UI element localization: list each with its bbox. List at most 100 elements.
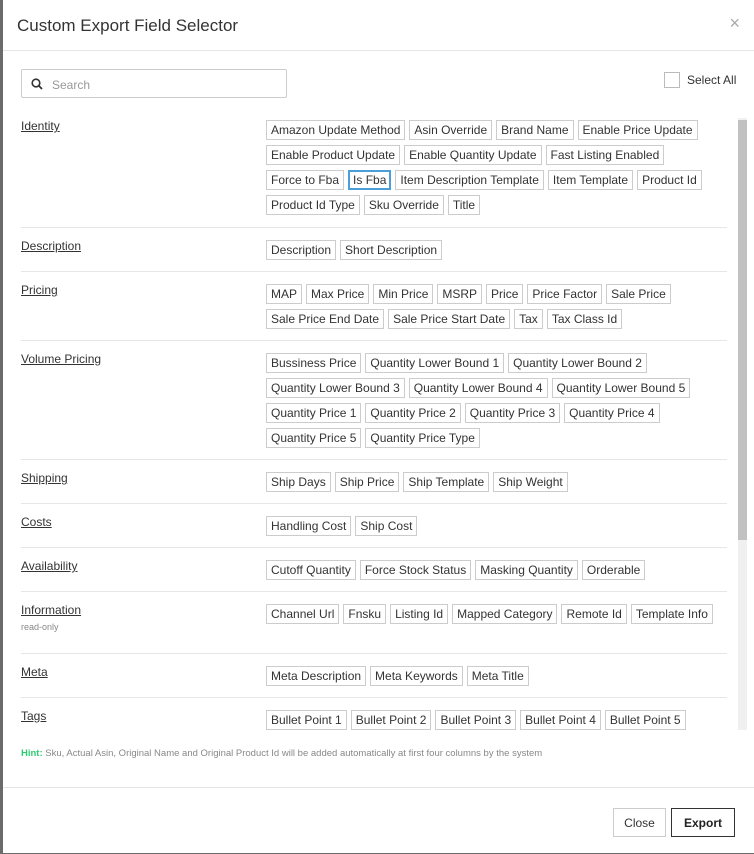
field-chip[interactable]: Short Description bbox=[340, 240, 443, 260]
field-chip[interactable]: Sale Price End Date bbox=[266, 309, 385, 329]
field-chip[interactable]: Is Fba bbox=[348, 170, 392, 190]
field-chip[interactable]: Bullet Point 1 bbox=[266, 710, 347, 730]
close-button[interactable]: Close bbox=[613, 808, 666, 837]
field-chip[interactable]: Quantity Price 2 bbox=[365, 403, 461, 423]
field-chip[interactable]: Tax bbox=[514, 309, 543, 329]
field-chip[interactable]: Quantity Price 4 bbox=[564, 403, 660, 423]
hint-message: Sku, Actual Asin, Original Name and Orig… bbox=[45, 748, 543, 759]
section-label[interactable]: Costs bbox=[21, 515, 52, 529]
field-chip[interactable]: Bullet Point 4 bbox=[520, 710, 601, 730]
field-chip[interactable]: Meta Description bbox=[266, 666, 367, 686]
close-icon[interactable]: × bbox=[729, 13, 740, 34]
field-chip[interactable]: Quantity Price Type bbox=[365, 428, 480, 448]
section-label[interactable]: Availability bbox=[21, 559, 77, 573]
field-chip[interactable]: Force Stock Status bbox=[359, 560, 472, 580]
field-chip[interactable]: Quantity Price 3 bbox=[464, 403, 561, 423]
field-chip[interactable]: Quantity Lower Bound 1 bbox=[365, 353, 505, 373]
field-chip-group: Cutoff Quantity Force Stock Status Masking… bbox=[266, 560, 736, 580]
field-chip[interactable]: Brand Name bbox=[496, 120, 574, 140]
field-chip[interactable]: Bullet Point 5 bbox=[604, 710, 686, 730]
field-chip[interactable]: Ship Price bbox=[334, 472, 400, 492]
field-chip[interactable]: Price bbox=[486, 284, 524, 304]
select-all-toggle[interactable]: Select All bbox=[664, 72, 736, 88]
field-chip-group: Bullet Point 1 Bullet Point 2 Bullet Point… bbox=[266, 710, 736, 730]
field-chip[interactable]: Bussiness Price bbox=[266, 353, 362, 373]
section-label[interactable]: Information bbox=[21, 603, 81, 617]
export-button[interactable]: Export bbox=[671, 808, 735, 837]
field-chip[interactable]: Ship Days bbox=[266, 472, 331, 492]
field-chip[interactable]: Bullet Point 2 bbox=[350, 710, 432, 730]
field-chip[interactable]: Ship Template bbox=[403, 472, 490, 492]
hint-text: Hint: Sku, Actual Asin, Original Name an… bbox=[21, 748, 542, 759]
field-section: Tags Bullet Point 1 Bullet Point 2 Bullet P… bbox=[21, 698, 727, 735]
field-chip[interactable]: MSRP bbox=[437, 284, 483, 304]
field-chip[interactable]: Listing Id bbox=[390, 604, 449, 624]
section-label[interactable]: Description bbox=[21, 239, 81, 253]
field-chip[interactable]: Cutoff Quantity bbox=[266, 560, 356, 580]
field-chip-group: Description Short Description bbox=[266, 240, 736, 260]
search-input[interactable] bbox=[50, 74, 284, 96]
field-chip[interactable]: Quantity Price 1 bbox=[266, 403, 362, 423]
section-label[interactable]: Meta bbox=[21, 665, 48, 679]
field-chip[interactable]: Template Info bbox=[630, 604, 713, 624]
field-chip[interactable]: Quantity Lower Bound 4 bbox=[408, 378, 548, 398]
field-chip[interactable]: Max Price bbox=[306, 284, 370, 304]
scrollbar[interactable] bbox=[738, 118, 747, 730]
field-chip[interactable]: Title bbox=[447, 195, 481, 215]
modal-footer: Close Export bbox=[3, 787, 754, 854]
field-chip[interactable]: Quantity Lower Bound 2 bbox=[508, 353, 647, 373]
field-chip[interactable]: Handling Cost bbox=[266, 516, 352, 536]
field-chip[interactable]: Item Description Template bbox=[395, 170, 544, 190]
field-chip[interactable]: Enable Price Update bbox=[577, 120, 698, 140]
field-chip[interactable]: Mapped Category bbox=[452, 604, 558, 624]
field-chip[interactable]: Channel Url bbox=[266, 604, 340, 624]
field-chip[interactable]: Meta Title bbox=[466, 666, 529, 686]
field-chip-group: Meta Description Meta Keywords Meta Title bbox=[266, 666, 736, 686]
field-chip[interactable]: MAP bbox=[266, 284, 303, 304]
field-chip[interactable]: Fast Listing Enabled bbox=[545, 145, 665, 165]
section-label[interactable]: Tags bbox=[21, 709, 46, 723]
field-chip[interactable]: Bullet Point 3 bbox=[435, 710, 517, 730]
field-section: Pricing MAP Max Price Min Price MSRP Price Pri… bbox=[21, 272, 727, 341]
hint-label: Hint: bbox=[21, 748, 43, 759]
field-chip[interactable]: Tax Class Id bbox=[546, 309, 623, 329]
section-label[interactable]: Pricing bbox=[21, 283, 58, 297]
field-chip[interactable]: Quantity Lower Bound 5 bbox=[551, 378, 691, 398]
section-label[interactable]: Shipping bbox=[21, 471, 68, 485]
field-chip[interactable]: Masking Quantity bbox=[475, 560, 578, 580]
field-chip[interactable]: Quantity Lower Bound 3 bbox=[266, 378, 405, 398]
field-chip[interactable]: Force to Fba bbox=[266, 170, 345, 190]
field-sections-list: Identity Amazon Update Method Asin Overrid… bbox=[21, 108, 747, 735]
field-chip[interactable]: Ship Weight bbox=[493, 472, 568, 492]
field-chip[interactable]: Ship Cost bbox=[355, 516, 418, 536]
field-chip[interactable]: Remote Id bbox=[561, 604, 627, 624]
field-chip[interactable]: Min Price bbox=[373, 284, 434, 304]
field-chip[interactable]: Description bbox=[266, 240, 337, 260]
field-chip[interactable]: Item Template bbox=[547, 170, 634, 190]
field-section: Availability Cutoff Quantity Force Stock S… bbox=[21, 548, 727, 592]
field-chip[interactable]: Enable Quantity Update bbox=[404, 145, 542, 165]
field-chip-group: Handling Cost Ship Cost bbox=[266, 516, 736, 536]
field-chip[interactable]: Sale Price Start Date bbox=[388, 309, 511, 329]
field-chip[interactable]: Fnsku bbox=[343, 604, 387, 624]
field-chip[interactable]: Product Id Type bbox=[266, 195, 360, 215]
section-label[interactable]: Identity bbox=[21, 119, 60, 133]
field-chip[interactable]: Quantity Price 5 bbox=[266, 428, 362, 448]
field-section: Costs Handling Cost Ship Cost bbox=[21, 504, 727, 548]
field-chip[interactable]: Enable Product Update bbox=[266, 145, 401, 165]
field-chip-group: Channel Url Fnsku Listing Id Mapped Categor… bbox=[266, 604, 736, 624]
field-chip[interactable]: Asin Override bbox=[409, 120, 493, 140]
field-section: Description Description Short Description bbox=[21, 228, 727, 272]
field-chip[interactable]: Sku Override bbox=[363, 195, 444, 215]
select-all-checkbox[interactable] bbox=[664, 72, 680, 88]
field-chip[interactable]: Meta Keywords bbox=[370, 666, 463, 686]
field-chip[interactable]: Amazon Update Method bbox=[266, 120, 406, 140]
field-chip[interactable]: Product Id bbox=[637, 170, 702, 190]
section-label[interactable]: Volume Pricing bbox=[21, 352, 101, 366]
field-chip[interactable]: Price Factor bbox=[527, 284, 603, 304]
modal-title: Custom Export Field Selector bbox=[17, 16, 239, 35]
field-chip[interactable]: Sale Price bbox=[606, 284, 671, 304]
field-chip-group: Ship Days Ship Price Ship Template Ship Wei… bbox=[266, 472, 736, 492]
field-chip[interactable]: Orderable bbox=[581, 560, 646, 580]
scrollbar-thumb[interactable] bbox=[738, 120, 747, 540]
